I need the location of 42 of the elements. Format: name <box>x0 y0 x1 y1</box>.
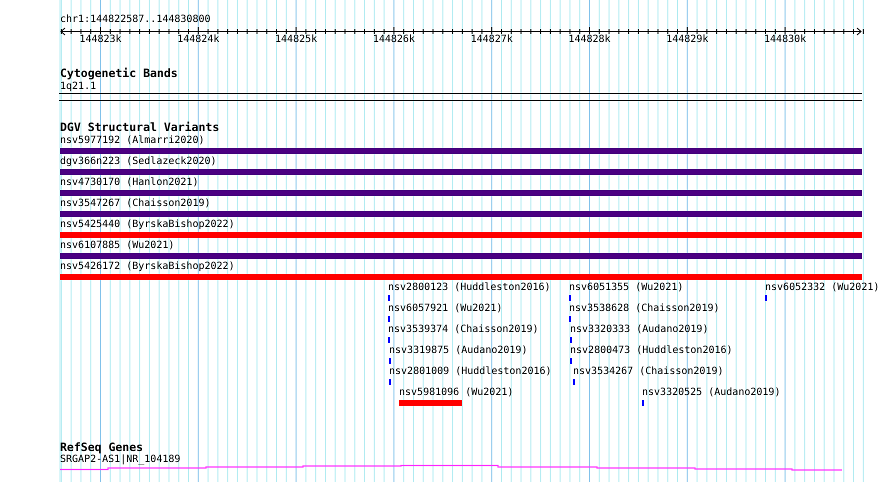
tick-label: 144824k <box>177 34 220 46</box>
variant-bar[interactable] <box>60 148 862 154</box>
tick-label: 144826k <box>372 34 415 46</box>
tick-label: 144827k <box>470 34 513 46</box>
tick-label: 144825k <box>275 34 318 46</box>
feature-label: nsv6051355 (Wu2021) <box>569 282 684 294</box>
tick-label: 144823k <box>79 34 122 46</box>
feature-label: nsv5981096 (Wu2021) <box>399 387 514 399</box>
feature-label: nsv5426172 (ByrskaBishop2022) <box>60 261 235 273</box>
variant-bar[interactable] <box>60 211 862 217</box>
gene-label: SRGAP2-AS1|NR_104189 <box>60 454 180 466</box>
variant-bar[interactable] <box>60 169 862 175</box>
feature-label: nsv3534267 (Chaisson2019) <box>573 366 724 378</box>
feature-label: nsv3547267 (Chaisson2019) <box>60 198 211 210</box>
variant-bar[interactable] <box>60 274 862 280</box>
variant-bar[interactable] <box>60 190 862 196</box>
track-title: Cytogenetic Bands <box>60 67 178 80</box>
feature-label: nsv4730170 (Hanlon2021) <box>60 177 198 189</box>
feature-label: dgv366n223 (Sedlazeck2020) <box>60 156 217 168</box>
feature-label: nsv6052332 (Wu2021) <box>765 282 880 294</box>
variant-bar[interactable] <box>60 253 862 259</box>
feature-label: nsv2800123 (Huddleston2016) <box>388 282 551 294</box>
feature-label: nsv6057921 (Wu2021) <box>388 303 502 315</box>
feature-label: nsv2800473 (Huddleston2016) <box>570 345 733 357</box>
feature-label: nsv5425440 (ByrskaBishop2022) <box>60 219 235 231</box>
feature-label: nsv3538628 (Chaisson2019) <box>569 303 720 315</box>
variant-bar[interactable] <box>60 232 862 238</box>
feature-label: nsv6107885 (Wu2021) <box>60 240 174 252</box>
track-title: DGV Structural Variants <box>60 121 220 134</box>
tick-label: 144828k <box>568 34 611 46</box>
location-label: chr1:144822587..144830800 <box>60 14 211 26</box>
tick-label: 144830k <box>764 34 806 46</box>
band-label: 1q21.1 <box>60 81 96 93</box>
feature-label: nsv3320333 (Audano2019) <box>570 324 708 336</box>
feature-label: nsv3319875 (Audano2019) <box>389 345 528 357</box>
feature-label: nsv3320525 (Audano2019) <box>642 387 780 399</box>
feature-label: nsv3539374 (Chaisson2019) <box>388 324 539 336</box>
variant-bar[interactable] <box>399 400 462 406</box>
feature-label: nsv5977192 (Almarri2020) <box>60 135 204 147</box>
track-title: RefSeq Genes <box>60 441 144 454</box>
tick-label: 144829k <box>666 34 708 46</box>
feature-label: nsv2801009 (Huddleston2016) <box>389 366 552 378</box>
